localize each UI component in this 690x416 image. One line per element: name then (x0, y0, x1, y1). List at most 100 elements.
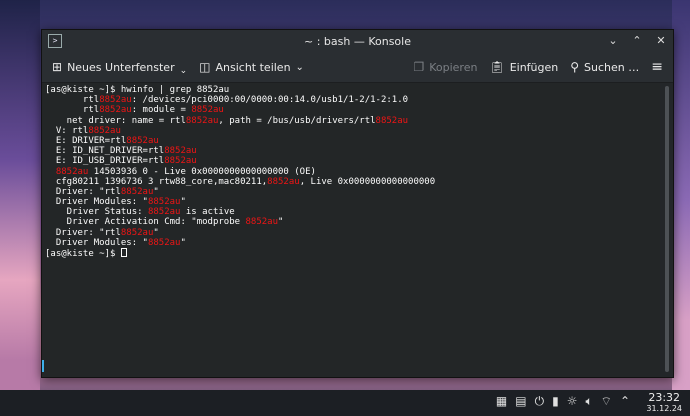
terminal-prompt-line[interactable]: [as@kiste ~]$ (45, 248, 660, 259)
desktop-wallpaper-left (0, 0, 40, 400)
terminal-text: Driver Status: (45, 207, 148, 218)
terminal-line: rtl8852au: /devices/pci0000:00/0000:00:1… (45, 95, 660, 105)
terminal-text: V: rtl (45, 125, 89, 136)
battery-icon[interactable]: ▮ (552, 394, 559, 409)
terminal-text: Driver Activation Cmd: "modprobe (45, 217, 246, 228)
match-highlight: 8852au (245, 217, 278, 228)
terminal-text: is active (180, 207, 235, 218)
notes-icon[interactable]: ▤ (515, 394, 526, 409)
terminal-text: " (180, 197, 186, 208)
terminal-line: Driver: "rtl8852au" (45, 187, 660, 197)
copy-label: Kopieren (429, 60, 478, 74)
terminal-marker (42, 360, 44, 372)
terminal-text: " (278, 217, 284, 228)
terminal-text: Driver Modules: " (45, 197, 148, 208)
terminal-line: net driver: name = rtl8852au, path = /bu… (45, 116, 660, 126)
terminal-output[interactable]: [as@kiste ~]$ hwinfo | grep 8852au rtl88… (42, 83, 660, 377)
match-highlight: 8852au (164, 146, 197, 157)
terminal-text: E: ID_USB_DRIVER=rtl (45, 156, 165, 167)
terminal-line: Driver Modules: "8852au" (45, 238, 660, 248)
chevron-down-icon[interactable]: ⌄ (296, 62, 304, 73)
terminal-text: : module = (131, 105, 192, 116)
konsole-window: > ~ : bash — Konsole ⌄ ⌃ ✕ ⊞ Neues Unter… (41, 29, 674, 378)
terminal-text: " (153, 227, 159, 238)
terminal-line: 8852au 14503936 0 - Live 0x0000000000000… (45, 167, 660, 177)
match-highlight: 8852au (147, 197, 181, 208)
title-bar[interactable]: > ~ : bash — Konsole ⌄ ⌃ ✕ (42, 30, 673, 52)
terminal-text: net driver: name = rtl (45, 115, 186, 126)
clipboard-icon: 📋︎ (489, 60, 505, 74)
window-title: ~ : bash — Konsole (304, 34, 411, 48)
match-highlight: 8852au (191, 105, 224, 116)
match-highlight: 8852au (164, 156, 197, 167)
system-tray: ▦ ▤ ⏻ ▮ ☼ 🔈︎ ⌔ ⌃ (496, 394, 630, 409)
copy-button[interactable]: ❐ Kopieren (407, 54, 483, 80)
desktop-wallpaper-right (672, 0, 690, 400)
terminal-text: [as@kiste ~]$ hwinfo | grep 8852au (45, 85, 230, 95)
volume-icon[interactable]: 🔈︎ (585, 394, 592, 409)
terminal-line: [as@kiste ~]$ hwinfo | grep 8852au (45, 85, 660, 95)
new-tab-label: Neues Unterfenster (67, 60, 175, 74)
clock-date: 31.12.24 (646, 404, 682, 413)
power-icon[interactable]: ⏻ (535, 394, 545, 409)
terminal-text: , path = /bus/usb/drivers/rtl (218, 115, 376, 126)
search-label: Suchen … (584, 60, 640, 74)
match-highlight: 8852au (99, 95, 132, 106)
terminal-scrollbar[interactable] (661, 83, 673, 377)
match-highlight: 8852au (88, 125, 121, 136)
clock[interactable]: 23:32 31.12.24 (646, 392, 682, 414)
copy-icon: ❐ (413, 60, 425, 74)
terminal-text: Driver: "rtl (45, 227, 121, 238)
taskbar-panel: ▦ ▤ ⏻ ▮ ☼ 🔈︎ ⌔ ⌃ 23:32 31.12.24 (0, 390, 690, 416)
terminal-text: : /devices/pci0000:00/0000:00:14.0/usb1/… (131, 95, 409, 106)
terminal-text: " (153, 186, 159, 197)
hamburger-menu-button[interactable]: ≡ (645, 54, 669, 80)
split-view-button[interactable]: ◫ Ansicht teilen ⌄ (193, 54, 310, 80)
clock-time: 23:32 (648, 391, 681, 404)
paste-button[interactable]: 📋︎ Einfügen (483, 54, 564, 80)
match-highlight: 8852au (185, 115, 219, 126)
terminal-text: 14503936 0 - Live 0x0000000000000000 (OE… (88, 166, 316, 177)
minimize-button[interactable]: ⌄ (607, 34, 619, 48)
terminal-line: V: rtl8852au (45, 126, 660, 136)
terminal-text: rtl (45, 95, 100, 106)
terminal-text: Driver Modules: " (45, 237, 148, 248)
wifi-icon[interactable]: ⌔ (601, 394, 612, 409)
terminal-text: " (180, 237, 186, 248)
terminal-line: Driver: "rtl8852au" (45, 228, 660, 238)
close-button[interactable]: ✕ (655, 34, 667, 48)
terminal-text: E: ID_NET_DRIVER=rtl (45, 146, 165, 157)
brightness-icon[interactable]: ☼ (567, 394, 578, 409)
toolbar: ⊞ Neues Unterfenster ⌄ ◫ Ansicht teilen … (42, 52, 673, 83)
scrollbar-thumb[interactable] (665, 86, 669, 372)
match-highlight: 8852au (375, 115, 409, 126)
chevron-down-icon[interactable]: ⌄ (180, 66, 188, 76)
terminal-prompt: [as@kiste ~]$ (45, 249, 121, 259)
keyboard-icon[interactable]: ▦ (496, 394, 507, 409)
match-highlight: 8852au (120, 227, 154, 238)
terminal-line: Driver Modules: "8852au" (45, 197, 660, 207)
terminal-text: rtl (45, 105, 100, 116)
hamburger-menu-icon: ≡ (651, 59, 663, 75)
terminal-line: E: DRIVER=rtl8852au (45, 136, 660, 146)
search-button[interactable]: ⚲ Suchen … (564, 54, 645, 80)
match-highlight: 8852au (147, 207, 181, 218)
search-icon: ⚲ (570, 60, 580, 74)
match-highlight: 8852au (99, 105, 132, 116)
terminal-line: E: ID_NET_DRIVER=rtl8852au (45, 146, 660, 156)
new-tab-button[interactable]: ⊞ Neues Unterfenster ⌄ (46, 54, 193, 80)
terminal-line: Driver Status: 8852au is active (45, 207, 660, 217)
match-highlight: 8852au (126, 135, 159, 146)
terminal-cursor (120, 248, 127, 257)
terminal-line: Driver Activation Cmd: "modprobe 8852au" (45, 217, 660, 227)
split-view-label: Ansicht teilen (215, 60, 291, 74)
terminal-line: E: ID_USB_DRIVER=rtl8852au (45, 156, 660, 166)
terminal-line: rtl8852au: module = 8852au (45, 105, 660, 115)
split-view-icon: ◫ (199, 60, 211, 74)
paste-label: Einfügen (509, 60, 559, 74)
maximize-button[interactable]: ⌃ (631, 34, 643, 48)
terminal-text: Driver: "rtl (45, 186, 121, 197)
new-tab-icon: ⊞ (52, 60, 63, 74)
chevron-up-icon[interactable]: ⌃ (620, 394, 630, 409)
